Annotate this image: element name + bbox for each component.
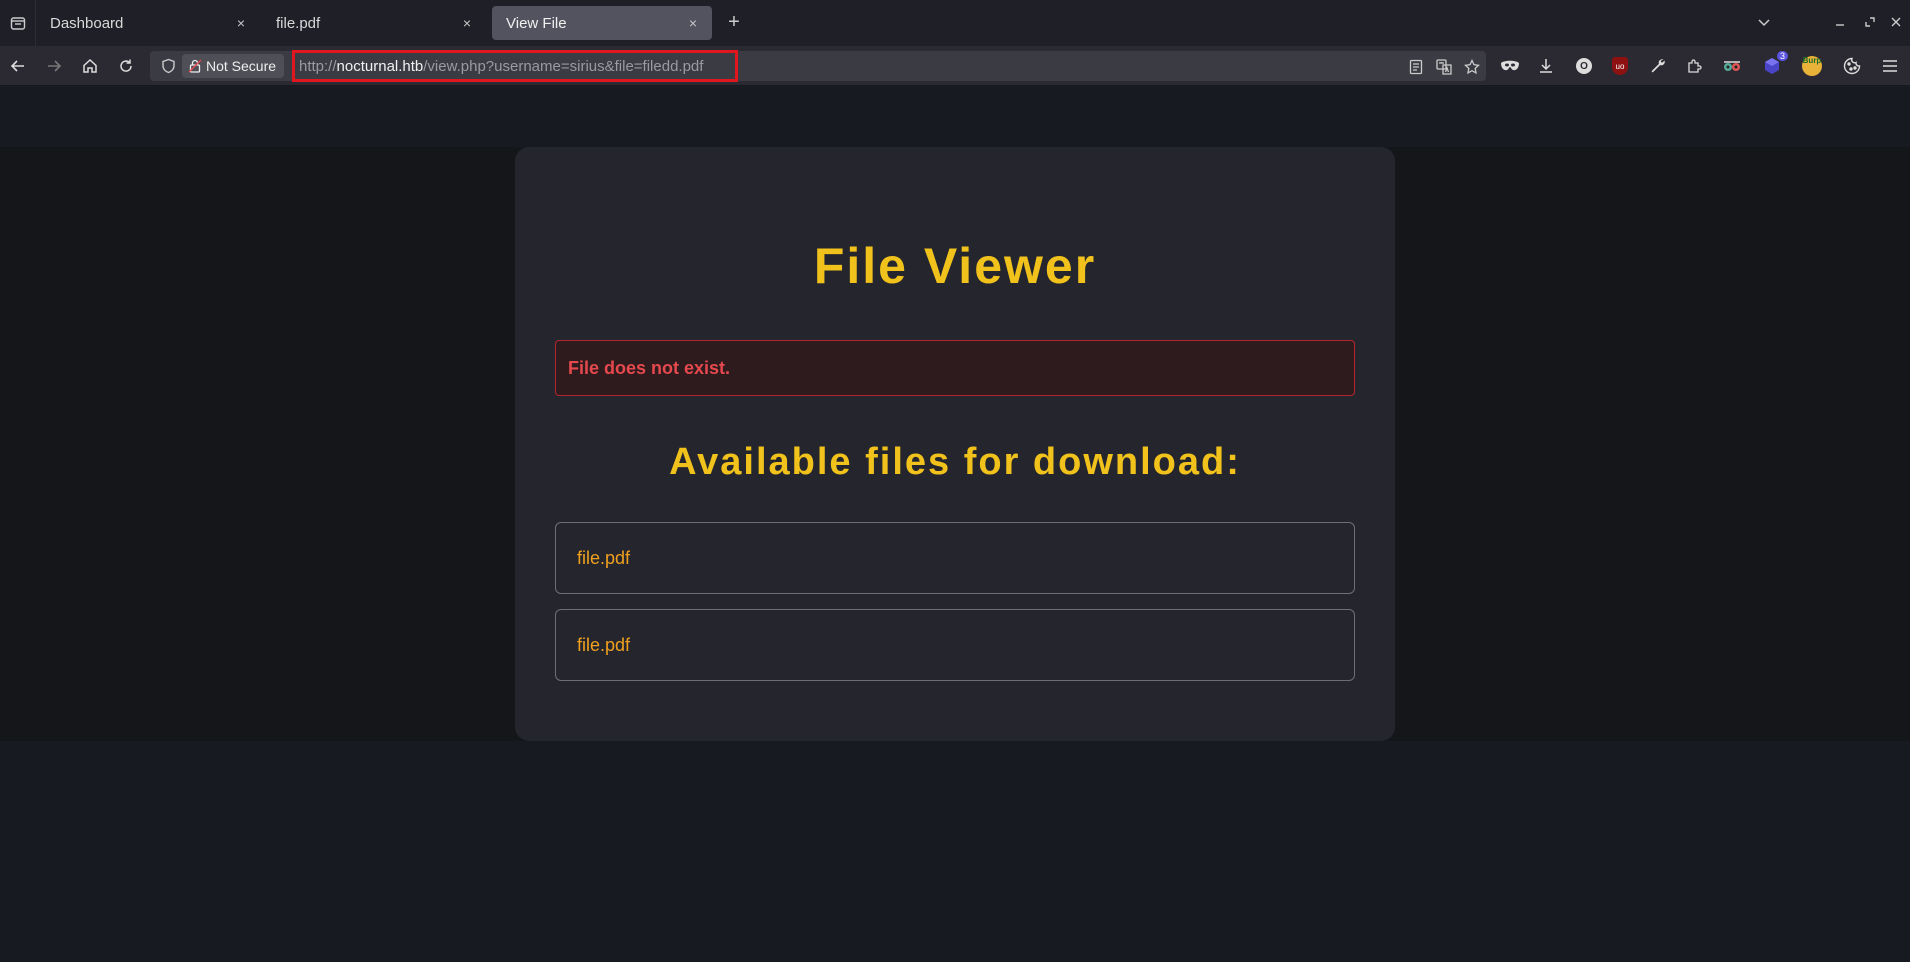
insecure-lock-icon [188,59,202,73]
url-field[interactable]: http://nocturnal.htb/view.php?username=s… [292,50,738,82]
extension-o-icon[interactable]: O [1572,54,1596,78]
o-badge-icon: O [1576,58,1592,74]
extension-badge-count: 3 [1776,51,1788,61]
tab-title: View File [506,14,567,32]
back-arrow-icon[interactable] [6,54,30,78]
tab-title: file.pdf [276,14,321,32]
navigation-toolbar: Not Secure http://nocturnal.htb/view.php… [0,46,1910,86]
close-icon[interactable]: × [684,14,702,32]
maximize-icon[interactable] [1858,10,1882,34]
home-icon[interactable] [78,54,102,78]
url-host: nocturnal.htb [336,57,424,75]
purple-cube-extension-icon[interactable]: 3 [1760,51,1788,78]
new-tab-button[interactable]: + [722,10,746,34]
bookmark-star-icon[interactable] [1462,57,1482,77]
tab-file-pdf[interactable]: file.pdf × [262,6,486,40]
url-path: /view.php?username=sirius&file=filedd.pd… [423,57,704,75]
close-icon[interactable]: × [458,14,476,32]
download-icon[interactable] [1534,54,1558,78]
file-list: file.pdf file.pdf [555,522,1355,696]
translate-icon[interactable] [1434,57,1454,77]
close-icon[interactable]: × [232,14,250,32]
forward-arrow-icon[interactable] [42,54,66,78]
error-alert: File does not exist. [555,340,1355,396]
tab-view-file[interactable]: View File × [492,6,712,40]
firefox-view-icon[interactable] [0,0,36,46]
private-mask-icon[interactable] [1498,54,1522,78]
file-link[interactable]: file.pdf [555,522,1355,594]
burp-extension-icon[interactable]: Burp [1800,54,1824,78]
shield-icon[interactable] [158,56,178,76]
security-label: Not Secure [206,58,277,74]
wrench-icon[interactable] [1646,54,1670,78]
files-heading: Available files for download: [669,441,1241,483]
page-viewport: File Viewer File does not exist. Availab… [0,87,1910,962]
ublock-shield-icon: uo [1612,57,1628,75]
extensions-puzzle-icon[interactable] [1682,54,1706,78]
goggles-icon[interactable] [1720,54,1744,78]
file-viewer-card: File Viewer File does not exist. Availab… [515,147,1395,741]
file-link[interactable]: file.pdf [555,609,1355,681]
cookie-icon[interactable] [1840,54,1864,78]
chevron-down-icon[interactable] [1752,10,1776,34]
hamburger-menu-icon[interactable] [1878,54,1902,78]
tab-dashboard[interactable]: Dashboard × [36,6,260,40]
reload-icon[interactable] [114,54,138,78]
burp-logo-icon: Burp [1802,56,1822,76]
error-message: File does not exist. [568,357,731,378]
page-title: File Viewer [813,238,1097,294]
url-scheme: http:// [299,57,337,75]
window-close-icon[interactable] [1884,10,1908,34]
minimize-icon[interactable] [1828,10,1852,34]
address-bar[interactable]: Not Secure http://nocturnal.htb/view.php… [150,50,1486,82]
tab-bar: Dashboard × file.pdf × View File × + [0,0,1910,46]
reader-view-icon[interactable] [1406,57,1426,77]
ublock-origin-icon[interactable]: uo [1608,54,1632,78]
security-indicator[interactable]: Not Secure [182,54,285,78]
tab-title: Dashboard [50,14,124,32]
